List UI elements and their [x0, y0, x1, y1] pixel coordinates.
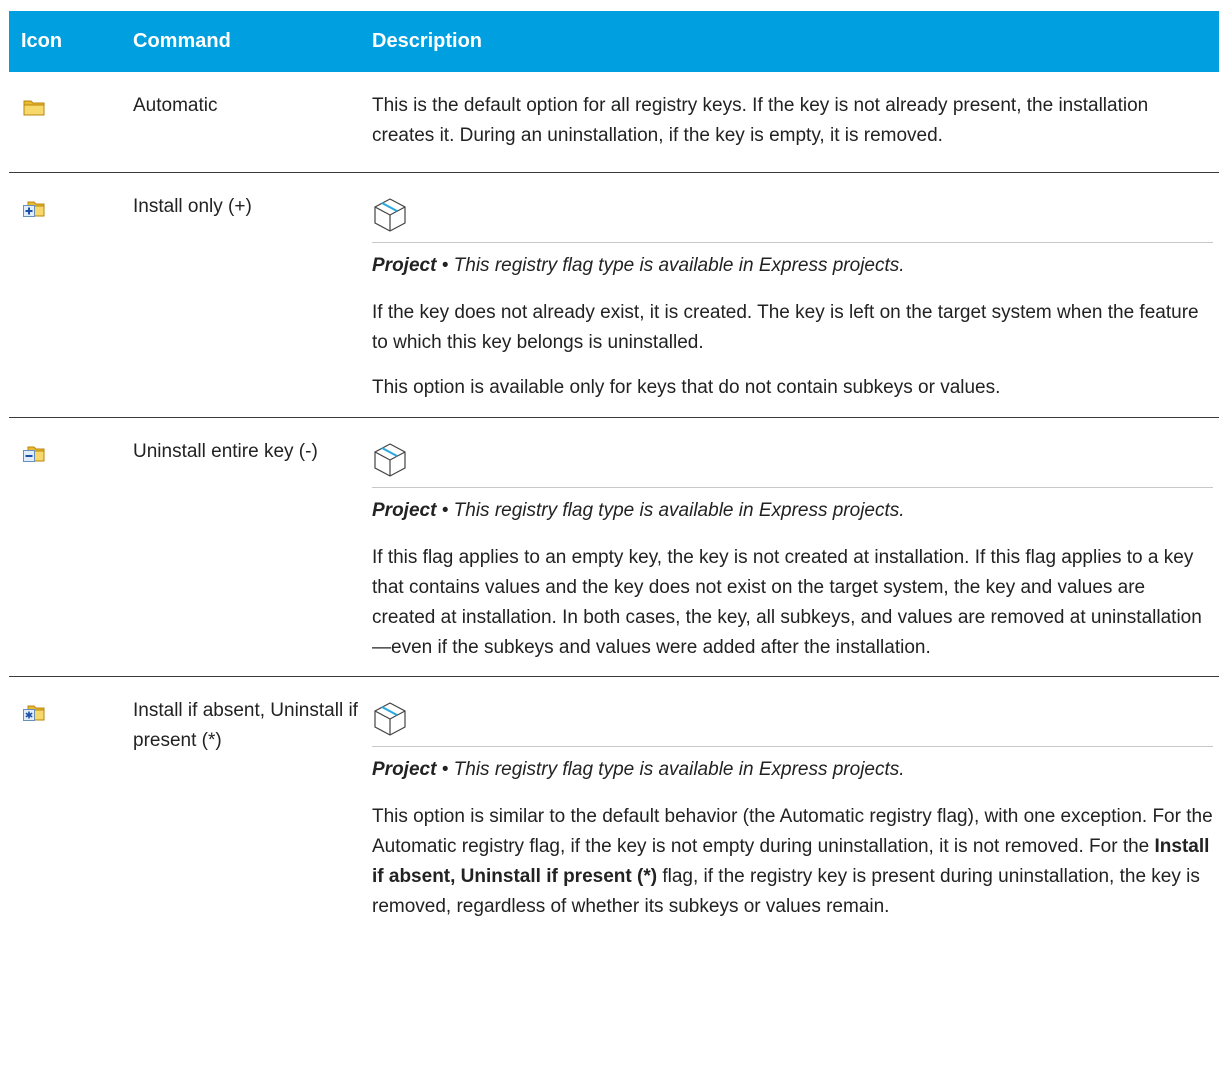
description-text: This option is similar to the default be…: [372, 802, 1213, 922]
description: Project • This registry flag type is ava…: [372, 173, 1219, 417]
header-description: Description: [372, 30, 483, 52]
command-label: Uninstall entire key (-): [133, 441, 318, 462]
description-text: This option is available only for keys t…: [372, 377, 1001, 398]
table-row: Uninstall entire key (-) Project • This …: [9, 418, 1219, 677]
project-note: Project • This registry flag type is ava…: [372, 496, 1213, 526]
folder-minus-icon: [23, 444, 45, 462]
table-row: Install if absent, Uninstall if present …: [9, 677, 1219, 936]
description: Project • This registry flag type is ava…: [372, 677, 1219, 936]
project-text: This registry flag type is available in …: [453, 500, 905, 521]
package-icon: [374, 702, 406, 736]
description: This is the default option for all regis…: [372, 72, 1219, 172]
project-label: Project: [372, 255, 437, 276]
folder-asterisk-icon: [23, 703, 45, 721]
table-header: Icon Command Description: [9, 11, 1219, 72]
header-command: Command: [133, 30, 231, 52]
project-bullet: •: [441, 255, 449, 276]
command-label: Install if absent, Uninstall if present …: [133, 700, 358, 751]
folder-icon: [23, 98, 45, 116]
project-divider: [372, 196, 1213, 243]
command-label: Automatic: [133, 95, 218, 116]
registry-flags-table: Icon Command Description Automatic This …: [9, 11, 1219, 936]
project-note: Project • This registry flag type is ava…: [372, 251, 1213, 281]
project-label: Project: [372, 759, 437, 780]
table-row: Automatic This is the default option for…: [9, 72, 1219, 173]
package-icon: [374, 443, 406, 477]
table-row: Install only (+) Project • This registry…: [9, 173, 1219, 418]
project-bullet: •: [441, 500, 449, 521]
description-text: If the key does not already exist, it is…: [372, 302, 1199, 353]
project-note: Project • This registry flag type is ava…: [372, 755, 1213, 785]
description: Project • This registry flag type is ava…: [372, 418, 1219, 676]
header-icon: Icon: [21, 30, 63, 52]
package-icon: [374, 198, 406, 232]
folder-plus-icon: [23, 199, 45, 217]
command-label: Install only (+): [133, 196, 252, 217]
project-divider: [372, 700, 1213, 747]
project-text: This registry flag type is available in …: [453, 759, 905, 780]
project-text: This registry flag type is available in …: [453, 255, 905, 276]
project-divider: [372, 441, 1213, 488]
description-text: If this flag applies to an empty key, th…: [372, 547, 1202, 658]
description-text: This is the default option for all regis…: [372, 95, 1149, 146]
project-bullet: •: [441, 759, 449, 780]
project-label: Project: [372, 500, 437, 521]
description-text-part: This option is similar to the default be…: [372, 806, 1213, 857]
